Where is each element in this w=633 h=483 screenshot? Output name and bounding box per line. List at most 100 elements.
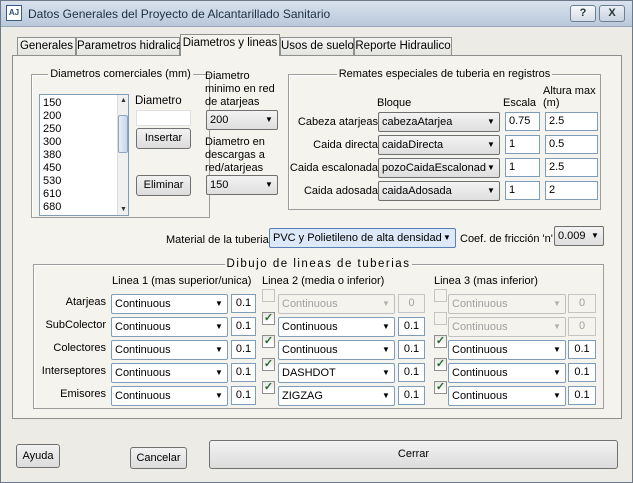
list-item[interactable]: 760 <box>40 214 128 215</box>
linea3-value: Continuous <box>452 298 508 310</box>
tab-diametros-y-lineas[interactable]: Diametros y lineas <box>180 34 280 56</box>
linea3-width[interactable]: 0 <box>568 294 596 313</box>
remate-bloque-select[interactable]: cabezaAtarjea ▼ <box>378 112 500 132</box>
linea3-width[interactable]: 0.1 <box>568 340 596 359</box>
cancelar-button[interactable]: Cancelar <box>130 447 187 469</box>
dropdown-arrow-icon: ▼ <box>382 368 390 377</box>
remate-altura-input[interactable]: 0.5 <box>545 135 598 154</box>
ayuda-button[interactable]: Ayuda <box>16 444 60 468</box>
list-item[interactable]: 250 <box>40 123 128 136</box>
linea2-checkbox[interactable]: ✓ <box>262 381 275 394</box>
cerrar-button[interactable]: Cerrar <box>209 440 618 469</box>
diam-desc-select[interactable]: 150 ▼ <box>206 175 278 195</box>
material-select[interactable]: PVC y Polietileno de alta densidad ▼ <box>269 228 456 248</box>
linea3-checkbox[interactable] <box>434 312 447 325</box>
tab-reporte-hidraulico[interactable]: Reporte Hidraulico <box>354 37 452 56</box>
remate-escala-input[interactable]: 1 <box>505 158 540 177</box>
linea2-select[interactable]: Continuous ▼ <box>278 340 395 360</box>
remate-bloque-select[interactable]: caidaAdosada ▼ <box>378 181 500 201</box>
remate-altura-input[interactable]: 2.5 <box>545 158 598 177</box>
list-item[interactable]: 200 <box>40 110 128 123</box>
linea1-select[interactable]: Continuous ▼ <box>111 317 228 337</box>
diam-min-select[interactable]: 200 ▼ <box>206 110 278 130</box>
linea3-select[interactable]: Continuous ▼ <box>448 363 566 383</box>
remate-bloque-select[interactable]: caidaDirecta ▼ <box>378 135 500 155</box>
remate-escala-input[interactable]: 1 <box>505 181 540 200</box>
dropdown-arrow-icon: ▼ <box>553 391 561 400</box>
linea2-checkbox[interactable]: ✓ <box>262 358 275 371</box>
remate-altura-input[interactable]: 2.5 <box>545 112 598 131</box>
app-icon: AJ <box>6 5 22 21</box>
tab-parametros-hidralica[interactable]: Parametros hidralica <box>76 37 182 56</box>
list-item[interactable]: 680 <box>40 201 128 214</box>
linea2-select[interactable]: ZIGZAG ▼ <box>278 386 395 406</box>
linea2-select[interactable]: DASHDOT ▼ <box>278 363 395 383</box>
linea1-select[interactable]: Continuous ▼ <box>111 386 228 406</box>
insertar-button[interactable]: Insertar <box>136 128 191 149</box>
linea2-width[interactable]: 0.1 <box>398 363 425 382</box>
linea3-value: Continuous <box>452 367 508 379</box>
linea1-select[interactable]: Continuous ▼ <box>111 294 228 314</box>
linea2-checkbox[interactable]: ✓ <box>262 312 275 325</box>
linea1-width[interactable]: 0.1 <box>231 340 256 359</box>
linea3-select[interactable]: Continuous ▼ <box>448 386 566 406</box>
remate-bloque-select[interactable]: pozoCaidaEscalonad ▼ <box>378 158 500 178</box>
linea2-checkbox[interactable]: ✓ <box>262 335 275 348</box>
eliminar-button[interactable]: Eliminar <box>136 175 191 196</box>
linea1-width[interactable]: 0.1 <box>231 294 256 313</box>
linea3-checkbox[interactable]: ✓ <box>434 381 447 394</box>
linea1-width[interactable]: 0.1 <box>231 363 256 382</box>
linea2-width[interactable]: 0.1 <box>398 386 425 405</box>
linea3-select[interactable]: Continuous ▼ <box>448 340 566 360</box>
help-button[interactable]: ? <box>570 5 596 22</box>
diam-min-value: 200 <box>210 114 229 126</box>
scroll-up-icon[interactable]: ▲ <box>118 95 128 106</box>
remate-escala-input[interactable]: 1 <box>505 135 540 154</box>
linea1-value: Continuous <box>115 298 171 310</box>
dropdown-arrow-icon: ▼ <box>443 233 451 242</box>
close-button[interactable]: X <box>599 5 625 22</box>
linea1-select[interactable]: Continuous ▼ <box>111 340 228 360</box>
linea1-width[interactable]: 0.1 <box>231 386 256 405</box>
list-item[interactable]: 530 <box>40 175 128 188</box>
material-value: PVC y Polietileno de alta densidad <box>273 232 442 244</box>
col-linea3: Linea 3 (mas inferior) <box>434 275 538 287</box>
linea1-width[interactable]: 0.1 <box>231 317 256 336</box>
dropdown-arrow-icon: ▼ <box>487 140 495 149</box>
linea2-checkbox[interactable] <box>262 289 275 302</box>
linea1-value: Continuous <box>115 390 171 402</box>
linea3-select[interactable]: Continuous ▼ <box>448 317 566 337</box>
linea2-select[interactable]: Continuous ▼ <box>278 294 395 314</box>
list-item[interactable]: 150 <box>40 97 128 110</box>
diametros-group: Diametros comerciales (mm) 150 200 250 300 3… <box>31 68 210 218</box>
tab-generales[interactable]: Generales <box>17 37 76 56</box>
list-scrollbar[interactable]: ▲ ▼ <box>117 95 128 215</box>
list-item[interactable]: 300 <box>40 136 128 149</box>
scroll-thumb[interactable] <box>118 115 128 153</box>
linea2-width[interactable]: 0 <box>398 294 425 313</box>
remate-altura-input[interactable]: 2 <box>545 181 598 200</box>
linea2-width[interactable]: 0.1 <box>398 317 425 336</box>
col-linea1: Linea 1 (mas superior/unica) <box>112 275 252 287</box>
linea2-width[interactable]: 0.1 <box>398 340 425 359</box>
scroll-down-icon[interactable]: ▼ <box>118 204 128 215</box>
linea1-value: Continuous <box>115 367 171 379</box>
linea3-select[interactable]: Continuous ▼ <box>448 294 566 314</box>
list-item[interactable]: 610 <box>40 188 128 201</box>
linea2-select[interactable]: Continuous ▼ <box>278 317 395 337</box>
linea3-width[interactable]: 0 <box>568 317 596 336</box>
linea3-checkbox[interactable] <box>434 289 447 302</box>
list-item[interactable]: 380 <box>40 149 128 162</box>
linea3-checkbox[interactable]: ✓ <box>434 358 447 371</box>
linea3-width[interactable]: 0.1 <box>568 386 596 405</box>
coef-select[interactable]: 0.009 ▼ <box>554 226 604 246</box>
linea3-checkbox[interactable]: ✓ <box>434 335 447 348</box>
diametro-input[interactable] <box>136 110 191 126</box>
tab-usos-de-suelo[interactable]: Usos de suelo <box>280 37 354 56</box>
linea1-select[interactable]: Continuous ▼ <box>111 363 228 383</box>
diametros-list[interactable]: 150200250300380450530610680760 ▲ ▼ <box>39 94 129 216</box>
linea3-width[interactable]: 0.1 <box>568 363 596 382</box>
remate-escala-input[interactable]: 0.75 <box>505 112 540 131</box>
diam-desc-value: 150 <box>210 179 229 191</box>
list-item[interactable]: 450 <box>40 162 128 175</box>
